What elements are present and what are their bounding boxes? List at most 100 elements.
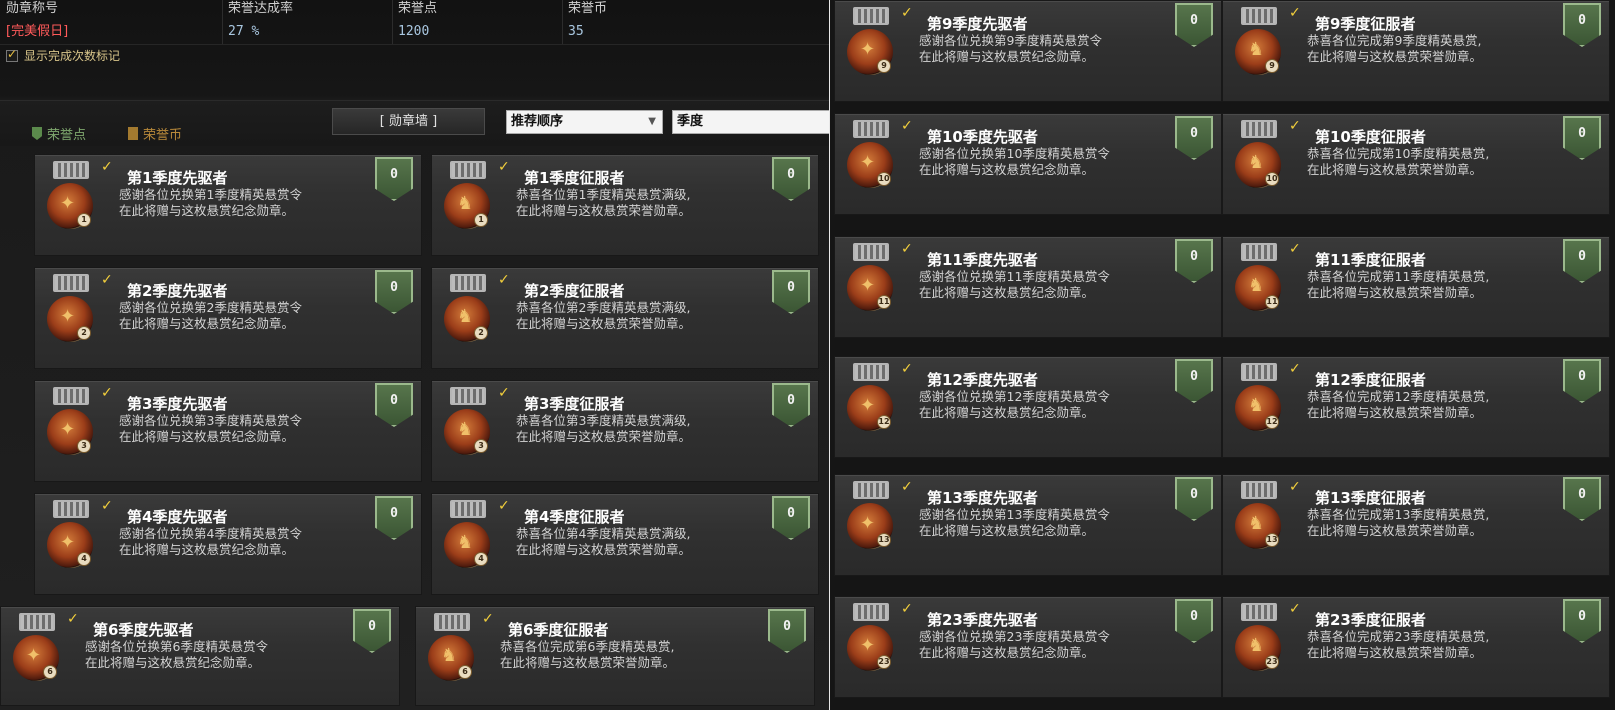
stat-coins-value: 35 [568, 24, 584, 39]
checkmark-icon: ✓ [101, 272, 113, 288]
medal-card[interactable]: ♞ 10 ✓ 第10季度征服者 恭喜各位完成第10季度精英悬赏, 在此将赠与这枚悬赏荣誉勋… [1222, 113, 1610, 215]
medal-card[interactable]: ♞ 23 ✓ 第23季度征服者 恭喜各位完成第23季度精英悬赏, 在此将赠与这枚悬赏荣誉勋… [1222, 596, 1610, 698]
stat-points: 荣誉点 1200 [398, 0, 568, 46]
medal-ribbon [53, 387, 89, 405]
checkmark-icon: ✓ [901, 241, 913, 257]
medal-disc: ✦ 6 [13, 635, 59, 681]
medal-card[interactable]: ✦ 3 ✓ 第3季度先驱者 感谢各位兑换第3季度精英悬赏令 在此将赠与这枚悬赏纪念勋章。 0 [34, 380, 422, 482]
medal-description-line2: 在此将赠与这枚悬赏纪念勋章。 [119, 542, 295, 557]
medal-card[interactable]: ✦ 11 ✓ 第11季度先驱者 感谢各位兑换第11季度精英悬赏令 在此将赠与这枚悬赏纪念勋… [834, 236, 1222, 338]
search-input[interactable]: 季度 [672, 110, 830, 134]
medal-card[interactable]: ✦ 4 ✓ 第4季度先驱者 感谢各位兑换第4季度精英悬赏令 在此将赠与这枚悬赏纪念勋章。 0 [34, 493, 422, 595]
medal-card[interactable]: ✦ 10 ✓ 第10季度先驱者 感谢各位兑换第10季度精英悬赏令 在此将赠与这枚悬赏纪念勋… [834, 113, 1222, 215]
medal-disc: ✦ 2 [47, 296, 93, 342]
medal-title: 第23季度先驱者 [927, 611, 1038, 629]
star-icon: ✦ [860, 635, 876, 656]
sort-select[interactable]: 推荐顺序 ▼ [506, 110, 663, 134]
medal-description: 感谢各位兑换第10季度精英悬赏令 在此将赠与这枚悬赏纪念勋章。 [919, 146, 1110, 178]
medal-description-line1: 感谢各位兑换第9季度精英悬赏令 [919, 33, 1102, 48]
show-count-checkbox[interactable] [6, 47, 18, 62]
medal-disc: ✦ 1 [47, 183, 93, 229]
medal-card[interactable]: ✦ 6 ✓ 第6季度先驱者 感谢各位兑换第6季度精英悬赏令 在此将赠与这枚悬赏纪念勋章。 0 [0, 606, 400, 706]
medal-card[interactable]: ✦ 9 ✓ 第9季度先驱者 感谢各位兑换第9季度精英悬赏令 在此将赠与这枚悬赏纪念勋章。 0 [834, 0, 1222, 102]
medal-ribbon [1241, 481, 1277, 499]
medal-disc: ♞ 12 [1227, 385, 1289, 431]
completion-count-badge: 0 [1175, 359, 1213, 403]
medal-card[interactable]: ♞ 11 ✓ 第11季度征服者 恭喜各位完成第11季度精英悬赏, 在此将赠与这枚悬赏荣誉勋… [1222, 236, 1610, 338]
medal-card[interactable]: ♞ 6 ✓ 第6季度征服者 恭喜各位完成第6季度精英悬赏, 在此将赠与这枚悬赏荣誉勋章。 0 [415, 606, 815, 706]
completion-count-badge: 0 [375, 270, 413, 314]
completion-count: 0 [390, 167, 398, 182]
completion-count: 0 [1578, 249, 1586, 264]
medal-description: 感谢各位兑换第1季度精英悬赏令 在此将赠与这枚悬赏纪念勋章。 [119, 187, 302, 219]
completion-count: 0 [390, 393, 398, 408]
completion-count-badge: 0 [353, 609, 391, 653]
medal-disc: ✦ 12 [847, 385, 893, 431]
medal-card[interactable]: ♞ 1 ✓ 第1季度征服者 恭喜各位第1季度精英悬赏满级, 在此将赠与这枚悬赏荣誉勋章。 0 [431, 154, 819, 256]
completion-count-badge: 0 [1175, 599, 1213, 643]
medal-season-number: 1 [474, 213, 488, 227]
legend-coins: 荣誉币 [128, 124, 182, 143]
checkmark-icon: ✓ [1289, 479, 1301, 495]
medal-title: 第10季度先驱者 [927, 128, 1038, 146]
medal-card[interactable]: ♞ 13 ✓ 第13季度征服者 恭喜各位完成第13季度精英悬赏, 在此将赠与这枚悬赏荣誉勋… [1222, 474, 1610, 576]
medal-card[interactable]: ✦ 2 ✓ 第2季度先驱者 感谢各位兑换第2季度精英悬赏令 在此将赠与这枚悬赏纪念勋章。 0 [34, 267, 422, 369]
legend-points-label: 荣誉点 [47, 128, 87, 143]
medal-wall-button[interactable]: [ 勋章墙 ] [332, 108, 485, 135]
medal-ribbon [853, 7, 889, 25]
medal-title: 第11季度征服者 [1315, 251, 1426, 269]
medal-card[interactable]: ♞ 12 ✓ 第12季度征服者 恭喜各位完成第12季度精英悬赏, 在此将赠与这枚悬赏荣誉勋… [1222, 356, 1610, 458]
completion-count-badge: 0 [1175, 116, 1213, 160]
medal-card[interactable]: ♞ 9 ✓ 第9季度征服者 恭喜各位完成第9季度精英悬赏, 在此将赠与这枚悬赏荣誉勋章。 0 [1222, 0, 1610, 102]
medal-disc: ♞ 1 [436, 183, 498, 229]
medal-ribbon [1241, 7, 1277, 25]
pioneer-medal-icon: ✦ 10 [843, 120, 897, 196]
soldier-icon: ♞ [457, 306, 474, 327]
completion-count-badge: 0 [1563, 116, 1601, 160]
medal-description-line1: 感谢各位兑换第2季度精英悬赏令 [119, 300, 302, 315]
show-count-toggle[interactable]: 显示完成次数标记 [6, 47, 120, 64]
checkmark-icon: ✓ [498, 385, 510, 401]
medal-description-line1: 恭喜各位完成第13季度精英悬赏, [1307, 507, 1490, 522]
medal-season-number: 3 [474, 439, 488, 453]
chevron-down-icon[interactable]: ▼ [648, 111, 656, 133]
medal-ribbon [450, 161, 486, 179]
medal-season-number: 12 [877, 415, 891, 429]
medal-title: 第3季度先驱者 [127, 395, 228, 413]
checkmark-icon: ✓ [101, 498, 113, 514]
medal-disc: ✦ 3 [47, 409, 93, 455]
checkmark-icon: ✓ [901, 479, 913, 495]
medal-card[interactable]: ♞ 3 ✓ 第3季度征服者 恭喜各位第3季度精英悬赏满级, 在此将赠与这枚悬赏荣誉勋章。 0 [431, 380, 819, 482]
completion-count: 0 [1578, 609, 1586, 624]
soldier-icon: ♞ [1248, 275, 1265, 296]
medal-description: 感谢各位兑换第9季度精英悬赏令 在此将赠与这枚悬赏纪念勋章。 [919, 33, 1102, 65]
medal-card[interactable]: ✦ 12 ✓ 第12季度先驱者 感谢各位兑换第12季度精英悬赏令 在此将赠与这枚悬赏纪念勋… [834, 356, 1222, 458]
medal-title: 第6季度征服者 [508, 621, 609, 639]
medal-title: 第13季度先驱者 [927, 489, 1038, 507]
medal-season-number: 2 [77, 326, 91, 340]
medal-description-line1: 感谢各位兑换第6季度精英悬赏令 [85, 639, 268, 654]
medal-season-number: 13 [1265, 533, 1279, 547]
medal-card[interactable]: ♞ 4 ✓ 第4季度征服者 恭喜各位第4季度精英悬赏满级, 在此将赠与这枚悬赏荣誉勋章。 0 [431, 493, 819, 595]
conqueror-medal-icon: ♞ 11 [1227, 243, 1289, 319]
medal-season-number: 4 [77, 552, 91, 566]
medal-card[interactable]: ✦ 23 ✓ 第23季度先驱者 感谢各位兑换第23季度精英悬赏令 在此将赠与这枚悬赏纪念勋… [834, 596, 1222, 698]
medal-card[interactable]: ✦ 1 ✓ 第1季度先驱者 感谢各位兑换第1季度精英悬赏令 在此将赠与这枚悬赏纪念勋章。 0 [34, 154, 422, 256]
medal-description: 恭喜各位完成第13季度精英悬赏, 在此将赠与这枚悬赏荣誉勋章。 [1307, 507, 1489, 539]
completion-count-badge: 0 [1175, 239, 1213, 283]
medal-ribbon [853, 243, 889, 261]
stat-points-label: 荣誉点 [398, 1, 438, 16]
medal-title: 第2季度征服者 [524, 282, 625, 300]
completion-count: 0 [1190, 487, 1198, 502]
soldier-icon: ♞ [1248, 395, 1265, 416]
medal-description: 感谢各位兑换第11季度精英悬赏令 在此将赠与这枚悬赏纪念勋章。 [919, 269, 1110, 301]
book-icon [128, 127, 138, 140]
medal-season-number: 13 [877, 533, 891, 547]
medal-season-number: 3 [77, 439, 91, 453]
completion-count: 0 [1578, 487, 1586, 502]
medal-card[interactable]: ♞ 2 ✓ 第2季度征服者 恭喜各位第2季度精英悬赏满级, 在此将赠与这枚悬赏荣誉勋章。 0 [431, 267, 819, 369]
checkmark-icon: ✓ [498, 159, 510, 175]
medal-disc: ✦ 9 [847, 29, 893, 75]
medal-card[interactable]: ✦ 13 ✓ 第13季度先驱者 感谢各位兑换第13季度精英悬赏令 在此将赠与这枚悬赏纪念勋… [834, 474, 1222, 576]
completion-count-badge: 0 [375, 383, 413, 427]
